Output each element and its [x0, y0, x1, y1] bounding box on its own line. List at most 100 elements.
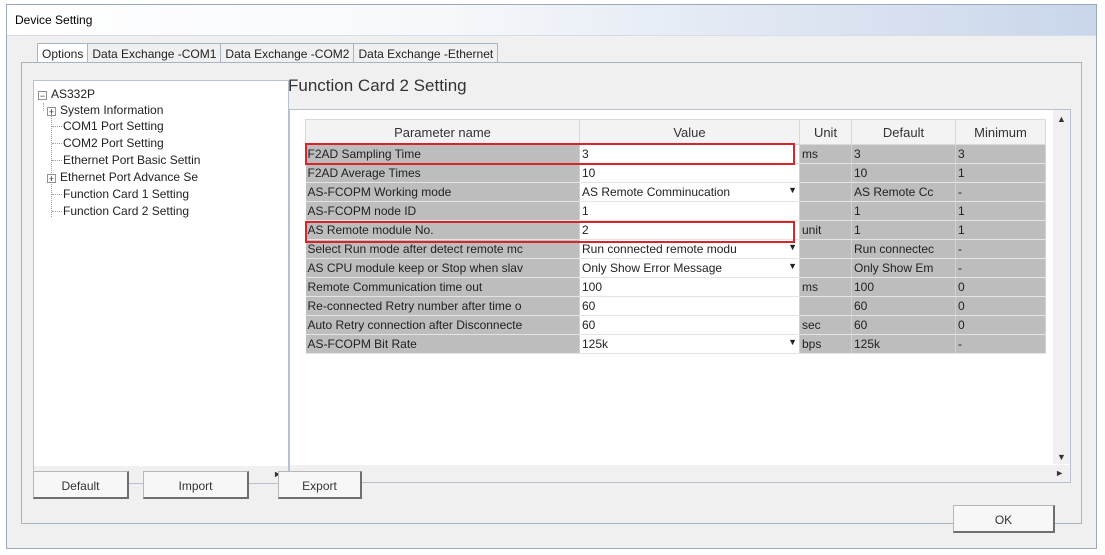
default-cell: 10: [851, 163, 956, 183]
import-button[interactable]: Import: [143, 471, 249, 499]
header-unit[interactable]: Unit: [799, 119, 852, 145]
default-button[interactable]: Default: [33, 471, 129, 499]
unit-cell: [799, 258, 852, 278]
table-row[interactable]: Re-connected Retry number after time o 60…: [305, 296, 1046, 316]
parameter-grid[interactable]: Parameter name Value Unit Default Minimu…: [289, 109, 1071, 483]
default-cell: 1: [851, 220, 956, 240]
export-button[interactable]: Export: [278, 471, 362, 499]
parameter-name-cell-text: Remote Communication time out: [307, 280, 483, 294]
header-default[interactable]: Default: [851, 119, 956, 145]
table-header-row: Parameter name Value Unit Default Minimu…: [305, 119, 1046, 145]
value-cell[interactable]: 125k ▼: [579, 334, 800, 354]
unit-cell-text: sec: [802, 318, 821, 332]
device-tree[interactable]: − AS332P + System Information COM1 Port Se…: [33, 80, 289, 484]
tree-item-com2-port-setting[interactable]: COM2 Port Setting: [63, 136, 164, 150]
table-row[interactable]: Remote Communication time out 100 ms 100 0: [305, 277, 1046, 297]
default-cell-text: 60: [854, 318, 868, 332]
parameter-name-cell: AS-FCOPM Bit Rate: [305, 334, 580, 354]
default-cell: 60: [851, 296, 956, 316]
parameter-name-cell: AS-FCOPM node ID: [305, 201, 580, 221]
highlight-working-mode: [305, 143, 795, 165]
tree-connector: [43, 103, 44, 111]
scroll-right-icon[interactable]: ►: [1055, 468, 1064, 478]
value-cell-text: 60: [582, 299, 596, 313]
dropdown-arrow-icon[interactable]: ▼: [788, 261, 797, 271]
parameter-name-cell-text: AS-FCOPM Working mode: [307, 185, 452, 199]
table-row[interactable]: AS CPU module keep or Stop when slav Only…: [305, 258, 1046, 278]
parameter-name-cell: AS CPU module keep or Stop when slav: [305, 258, 580, 278]
expand-icon[interactable]: +: [47, 107, 56, 117]
dropdown-arrow-icon[interactable]: ▼: [788, 242, 797, 252]
grid-horizontal-scrollbar[interactable]: ◄ ►: [290, 465, 1070, 482]
default-cell-text: 1: [854, 204, 861, 218]
tab-data-exchange-com2[interactable]: Data Exchange -COM2: [220, 43, 355, 63]
tree-item-ethernet-port-advance-setting[interactable]: + Ethernet Port Advance Se: [47, 170, 198, 184]
dropdown-arrow-icon[interactable]: ▼: [788, 337, 797, 347]
parameter-name-cell-text: Re-connected Retry number after time o: [307, 299, 522, 313]
value-cell-text: Run connected remote modu: [582, 242, 737, 256]
tab-data-exchange-com1[interactable]: Data Exchange -COM1: [87, 43, 222, 63]
value-cell-text: 10: [582, 166, 596, 180]
minimum-cell-text: -: [958, 261, 962, 275]
dropdown-arrow-icon[interactable]: ▼: [788, 185, 797, 195]
parameter-name-cell: Remote Communication time out: [305, 277, 580, 297]
minimum-cell-text: 1: [958, 204, 965, 218]
unit-cell: [799, 163, 852, 183]
header-value[interactable]: Value: [579, 119, 800, 145]
parameter-name-cell-text: F2AD Average Times: [307, 166, 421, 180]
options-panel: − AS332P + System Information COM1 Port Se…: [21, 62, 1082, 524]
value-cell-text: AS Remote Comminucation: [582, 185, 731, 199]
minimum-cell-text: -: [958, 185, 962, 199]
tree-item-ethernet-port-basic-setting[interactable]: Ethernet Port Basic Settin: [63, 153, 200, 167]
tree-connector: [52, 143, 62, 144]
collapse-icon[interactable]: −: [38, 91, 47, 101]
tree-item-function-card-2-setting[interactable]: Function Card 2 Setting: [63, 204, 189, 218]
tab-data-exchange-ethernet[interactable]: Data Exchange -Ethernet: [353, 43, 499, 63]
value-cell[interactable]: AS Remote Comminucation ▼: [579, 182, 800, 202]
minimum-cell-text: 3: [958, 147, 965, 161]
minimum-cell-text: -: [958, 337, 962, 351]
table-row[interactable]: Auto Retry connection after Disconnecte 6…: [305, 315, 1046, 335]
tree-root-as332p[interactable]: − AS332P: [38, 87, 95, 101]
tree-item-com1-port-setting[interactable]: COM1 Port Setting: [63, 119, 164, 133]
default-cell-text: Only Show Em: [854, 261, 934, 275]
value-cell-text: 60: [582, 318, 596, 332]
value-cell[interactable]: 60: [579, 296, 800, 316]
value-cell-text: 125k: [582, 337, 609, 351]
value-cell-text: Only Show Error Message: [582, 261, 723, 275]
tree-connector: [52, 211, 62, 212]
minimum-cell: 1: [955, 220, 1046, 240]
minimum-cell: 0: [955, 277, 1046, 297]
scroll-up-icon[interactable]: ▲: [1057, 114, 1066, 124]
expand-icon[interactable]: +: [47, 174, 56, 184]
tree-item-function-card-1-setting[interactable]: Function Card 1 Setting: [63, 187, 189, 201]
unit-cell: unit: [799, 220, 852, 240]
value-cell[interactable]: 60: [579, 315, 800, 335]
default-cell: 3: [851, 144, 956, 164]
tab-options[interactable]: Options: [37, 43, 89, 63]
highlight-remote-module-no: [305, 221, 795, 243]
value-cell[interactable]: 10: [579, 163, 800, 183]
tree-item-label: Ethernet Port Advance Se: [60, 170, 199, 184]
tree-item-label: COM1 Port Setting: [63, 119, 164, 133]
header-parameter-name[interactable]: Parameter name: [305, 119, 580, 145]
table-row[interactable]: AS-FCOPM Working mode AS Remote Comminuca…: [305, 182, 1046, 202]
value-cell[interactable]: 100: [579, 277, 800, 297]
table-row[interactable]: AS-FCOPM Bit Rate 125k ▼ bps 125k -: [305, 334, 1046, 354]
default-cell-text: 10: [854, 166, 868, 180]
value-cell[interactable]: 1: [579, 201, 800, 221]
table-row[interactable]: AS-FCOPM node ID 1 1 1: [305, 201, 1046, 221]
unit-cell-text: unit: [802, 223, 822, 237]
default-cell: Run connectec: [851, 239, 956, 259]
table-row[interactable]: F2AD Average Times 10 10 1: [305, 163, 1046, 183]
title-bar[interactable]: Device Setting: [7, 5, 1096, 36]
tree-item-system-information[interactable]: + System Information: [47, 103, 163, 117]
scroll-down-icon[interactable]: ▼: [1057, 452, 1066, 462]
ok-button[interactable]: OK: [953, 505, 1055, 533]
grid-vertical-scrollbar[interactable]: ▲ ▼: [1053, 110, 1070, 464]
tree-item-label: Ethernet Port Basic Settin: [63, 153, 201, 167]
parameter-name-cell-text: AS-FCOPM Bit Rate: [307, 337, 417, 351]
default-cell: 1: [851, 201, 956, 221]
value-cell[interactable]: Only Show Error Message ▼: [579, 258, 800, 278]
header-minimum[interactable]: Minimum: [955, 119, 1046, 145]
